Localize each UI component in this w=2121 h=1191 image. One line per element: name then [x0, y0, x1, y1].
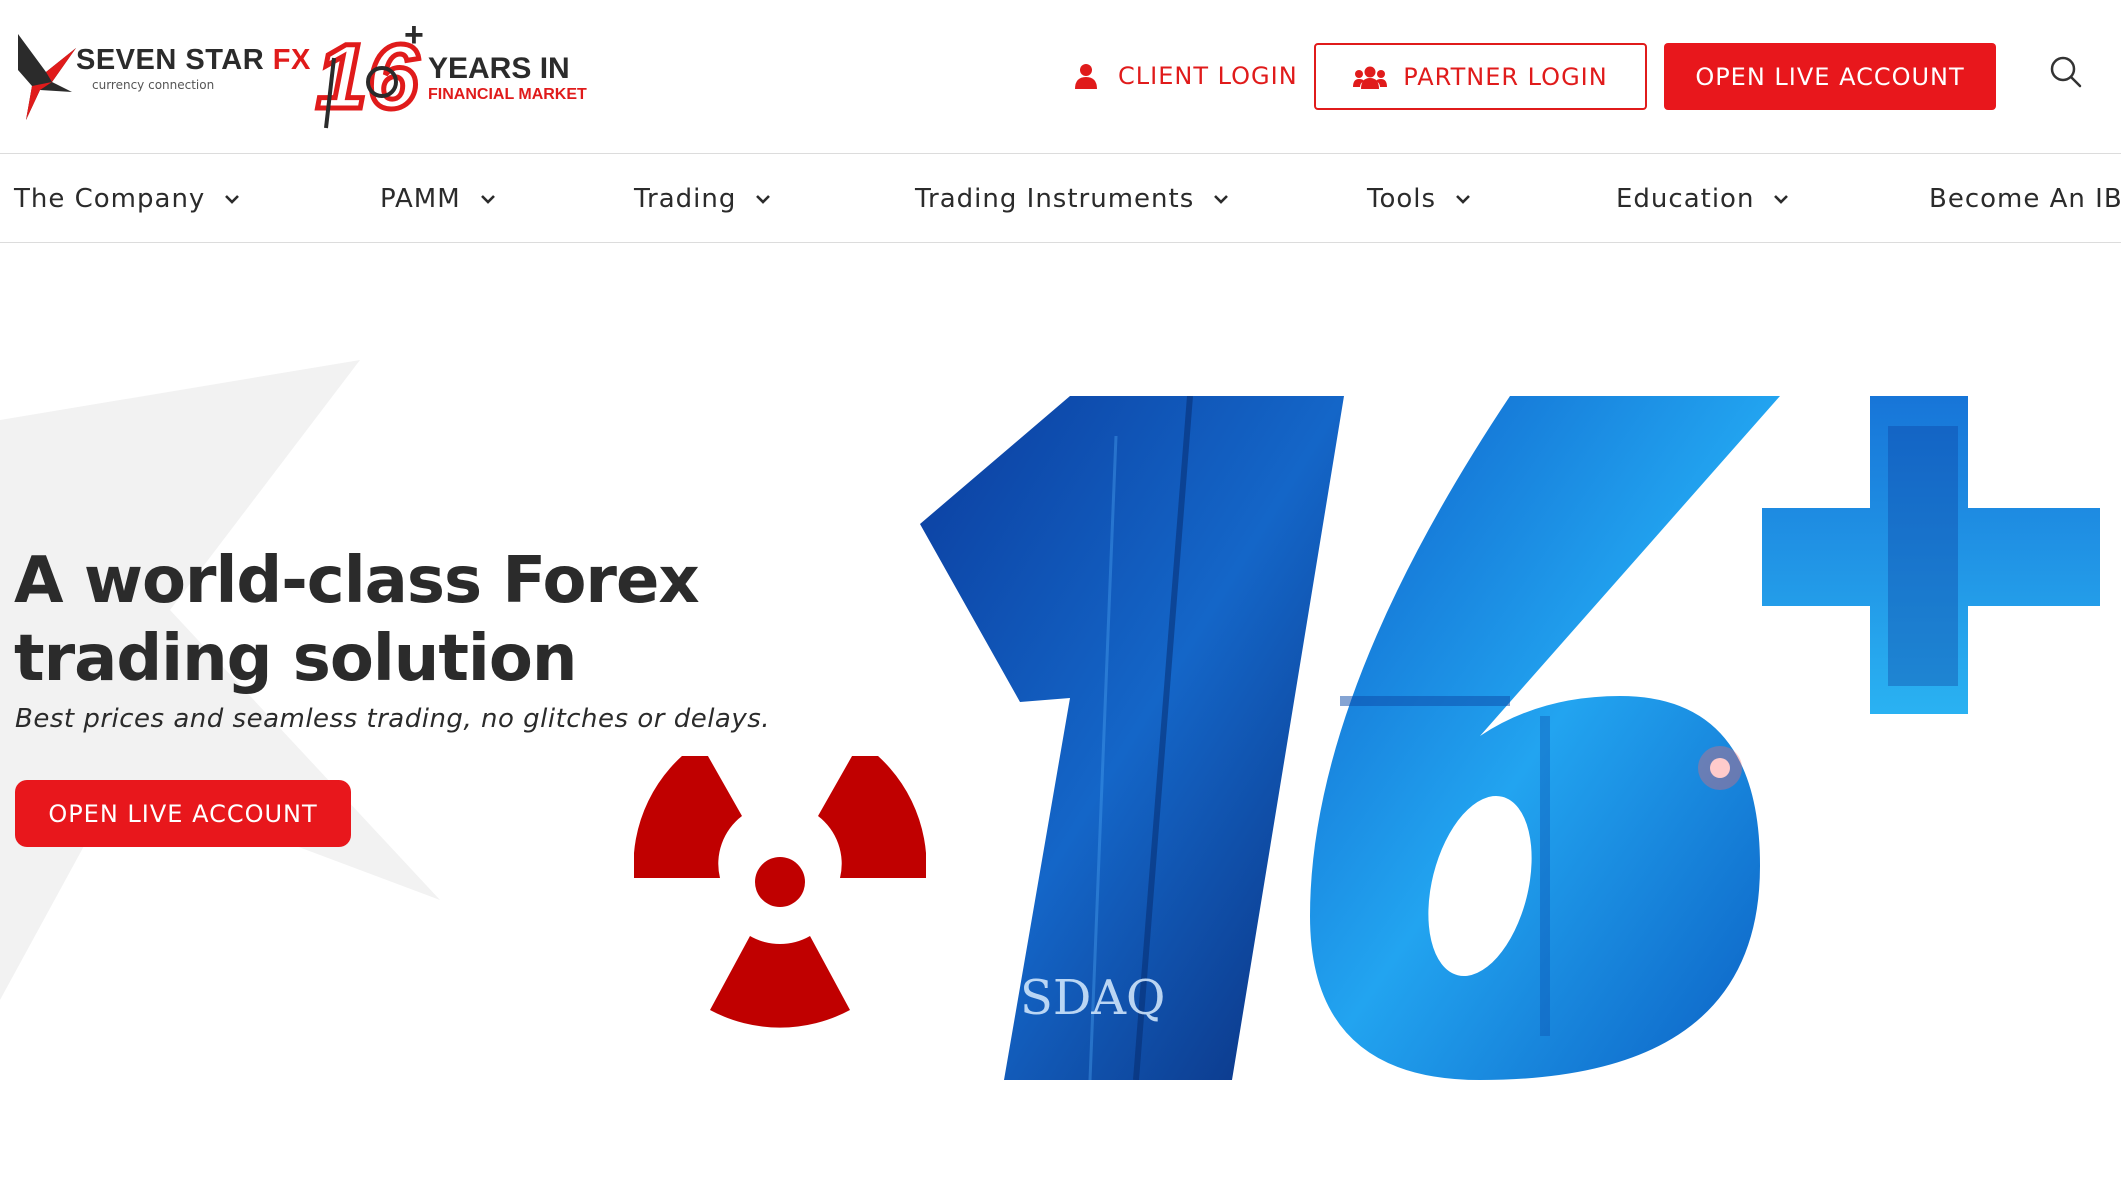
hero-subtitle: Best prices and seamless trading, no gli…	[15, 704, 771, 734]
brand-name: SEVEN STAR FX	[76, 44, 311, 76]
hero-cta-label: OPEN LIVE ACCOUNT	[48, 799, 318, 828]
search-icon	[2050, 56, 2082, 88]
nav-item-the-company[interactable]: The Company	[14, 155, 241, 243]
hero-title-line-2: trading solution	[14, 622, 577, 696]
partner-login-button[interactable]: PARTNER LOGIN	[1314, 43, 1647, 110]
sixteen-plus-graphic: SDAQ	[920, 396, 2100, 1080]
user-icon	[1075, 64, 1097, 89]
nav-item-label: Become An IB	[1929, 184, 2121, 214]
nav-item-trading-instruments[interactable]: Trading Instruments	[915, 155, 1230, 243]
client-login-label: CLIENT LOGIN	[1118, 62, 1298, 90]
main-nav: The Company PAMM Trading Trading Instrum…	[0, 155, 2121, 243]
open-live-account-button[interactable]: OPEN LIVE ACCOUNT	[1664, 43, 1996, 110]
hero-title: A world-class Forex trading solution	[14, 542, 774, 698]
nav-item-label: Trading Instruments	[915, 184, 1195, 214]
nav-item-label: Tools	[1367, 184, 1437, 214]
nav-item-label: The Company	[14, 184, 206, 214]
brand-tagline: currency connection	[92, 78, 215, 92]
search-button[interactable]	[2047, 53, 2087, 93]
nav-item-label: Trading	[634, 184, 737, 214]
site-header: SEVEN STAR FX currency connection 16 + Y…	[0, 0, 2121, 154]
radiation-icon	[634, 756, 926, 1028]
hero-title-line-1: A world-class Forex	[14, 544, 700, 618]
sixteen-badge-icon: 16 +	[314, 18, 424, 131]
brand-logo[interactable]: SEVEN STAR FX currency connection	[16, 30, 310, 122]
client-login-link[interactable]: CLIENT LOGIN	[1074, 54, 1298, 98]
badge-plus: +	[404, 18, 424, 54]
partner-login-label: PARTNER LOGIN	[1403, 62, 1608, 91]
chevron-down-icon	[1214, 195, 1229, 204]
chevron-down-icon	[1774, 195, 1789, 204]
nav-item-label: Education	[1616, 184, 1755, 214]
nav-item-pamm[interactable]: PAMM	[380, 155, 497, 243]
nav-item-trading[interactable]: Trading	[634, 155, 772, 243]
graphic-caption: SDAQ	[1020, 970, 1165, 1026]
hero-open-live-account-button[interactable]: OPEN LIVE ACCOUNT	[15, 780, 351, 847]
nav-item-tools[interactable]: Tools	[1367, 155, 1472, 243]
nav-item-education[interactable]: Education	[1616, 155, 1790, 243]
chevron-down-icon	[1456, 195, 1470, 204]
chevron-down-icon	[756, 195, 771, 204]
nav-item-become-an-ib[interactable]: Become An IB	[1929, 155, 2121, 243]
chevron-down-icon	[480, 195, 495, 204]
chevron-down-icon	[225, 195, 240, 204]
years-badge: 16 + YEARS IN FINANCIAL MARKET	[312, 18, 592, 132]
users-icon	[1353, 66, 1388, 89]
nav-item-label: PAMM	[380, 184, 461, 214]
badge-title: YEARS IN	[428, 52, 570, 85]
badge-subtitle: FINANCIAL MARKET	[428, 86, 587, 103]
open-live-account-label: OPEN LIVE ACCOUNT	[1695, 62, 1965, 91]
